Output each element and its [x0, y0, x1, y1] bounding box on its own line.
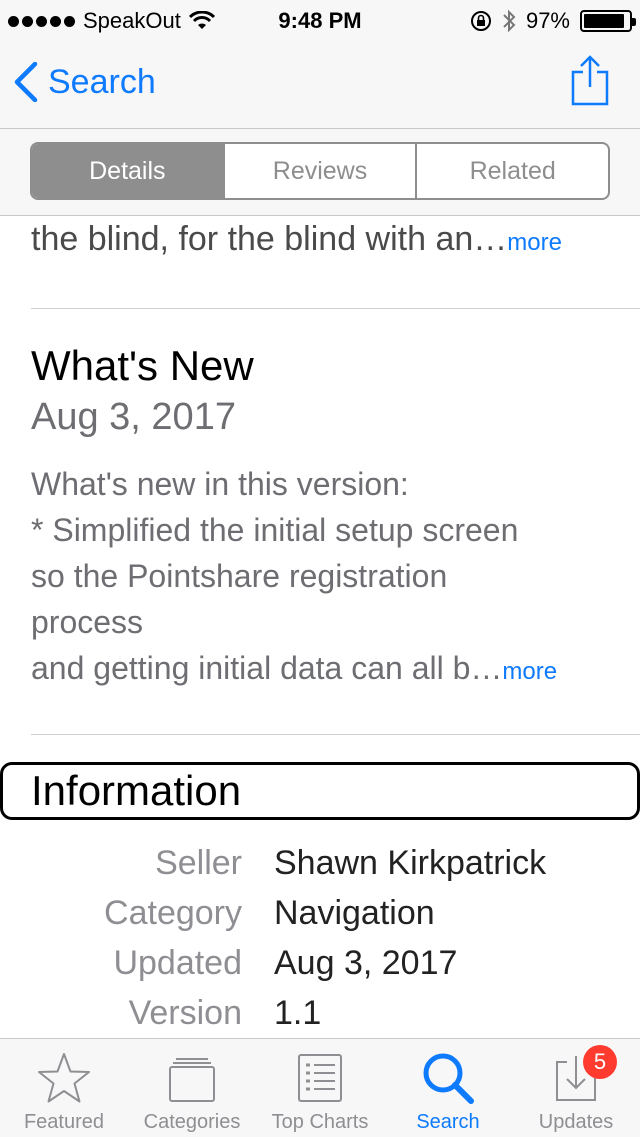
info-row-category: Category Navigation [0, 888, 640, 938]
whats-new-line: process [31, 604, 144, 640]
whats-new-line: so the Pointshare registration [31, 558, 448, 594]
info-row-seller: Seller Shawn Kirkpatrick [0, 838, 640, 888]
info-value: Shawn Kirkpatrick [274, 843, 547, 882]
whats-new-date: Aug 3, 2017 [31, 396, 236, 438]
back-label: Search [48, 62, 156, 101]
categories-icon [169, 1058, 215, 1102]
description-more-link[interactable]: more [507, 229, 562, 256]
rotation-lock-icon [470, 11, 491, 31]
tab-categories[interactable]: Categories [128, 1039, 256, 1137]
segment-bar: Details Reviews Related [0, 129, 640, 216]
whats-new-line-last: and getting initial data can all b…more [31, 650, 558, 686]
info-label: Category [104, 893, 242, 932]
tab-bar: Featured Categories Top Charts Search Up… [0, 1038, 640, 1137]
info-row-version: Version 1.1 [0, 988, 640, 1038]
search-icon [423, 1053, 474, 1104]
info-value: 1.1 [274, 993, 322, 1032]
bluetooth-icon [503, 9, 516, 33]
segment-related[interactable]: Related [415, 144, 608, 198]
whats-new-body: What's new in this version: * Simplified… [31, 461, 631, 695]
share-button[interactable] [570, 54, 610, 111]
info-label: Version [128, 993, 242, 1032]
info-value: Navigation [274, 893, 435, 932]
info-row-updated: Updated Aug 3, 2017 [0, 938, 640, 988]
whats-new-line: What's new in this version: [31, 466, 409, 502]
segmented-control: Details Reviews Related [30, 142, 610, 200]
chevron-left-icon [14, 62, 38, 102]
description-snippet: the blind, for the blind with an…more [31, 220, 562, 259]
tab-label: Updates [538, 1111, 614, 1133]
star-icon [38, 1053, 90, 1103]
section-divider [31, 734, 640, 735]
whats-new-more-link[interactable]: more [502, 658, 557, 685]
details-content[interactable]: the blind, for the blind with an…more Wh… [0, 216, 640, 1038]
battery-icon [580, 10, 636, 32]
status-bar: SpeakOut 9:48 PM 97% [0, 0, 640, 40]
tab-updates[interactable]: Updates 5 [512, 1039, 640, 1137]
tab-label: Top Charts [271, 1111, 369, 1133]
info-value: Aug 3, 2017 [274, 943, 458, 982]
whats-new-line: * Simplified the initial setup screen [31, 512, 519, 548]
updates-badge: 5 [583, 1045, 617, 1079]
battery-percent: 97% [525, 8, 570, 33]
segment-details[interactable]: Details [32, 144, 223, 198]
whats-new-title: What's New [31, 342, 254, 389]
info-label: Seller [155, 843, 242, 882]
back-button[interactable]: Search [14, 62, 156, 102]
tab-label: Categories [143, 1111, 241, 1133]
tab-featured[interactable]: Featured [0, 1039, 128, 1137]
information-title: Information [31, 767, 242, 814]
tab-label: Featured [23, 1111, 105, 1133]
tab-top-charts[interactable]: Top Charts [256, 1039, 384, 1137]
section-divider [31, 308, 640, 309]
information-header: Information [0, 762, 640, 820]
top-charts-icon [298, 1054, 342, 1102]
info-label: Updated [113, 943, 242, 982]
description-text: the blind, for the blind with an… [31, 220, 508, 258]
tab-search[interactable]: Search [384, 1039, 512, 1137]
segment-reviews[interactable]: Reviews [222, 144, 416, 198]
share-icon [571, 55, 609, 106]
information-table: Seller Shawn Kirkpatrick Category Naviga… [0, 838, 640, 1038]
tab-label: Search [416, 1111, 480, 1133]
navigation-bar: Search [0, 40, 640, 129]
